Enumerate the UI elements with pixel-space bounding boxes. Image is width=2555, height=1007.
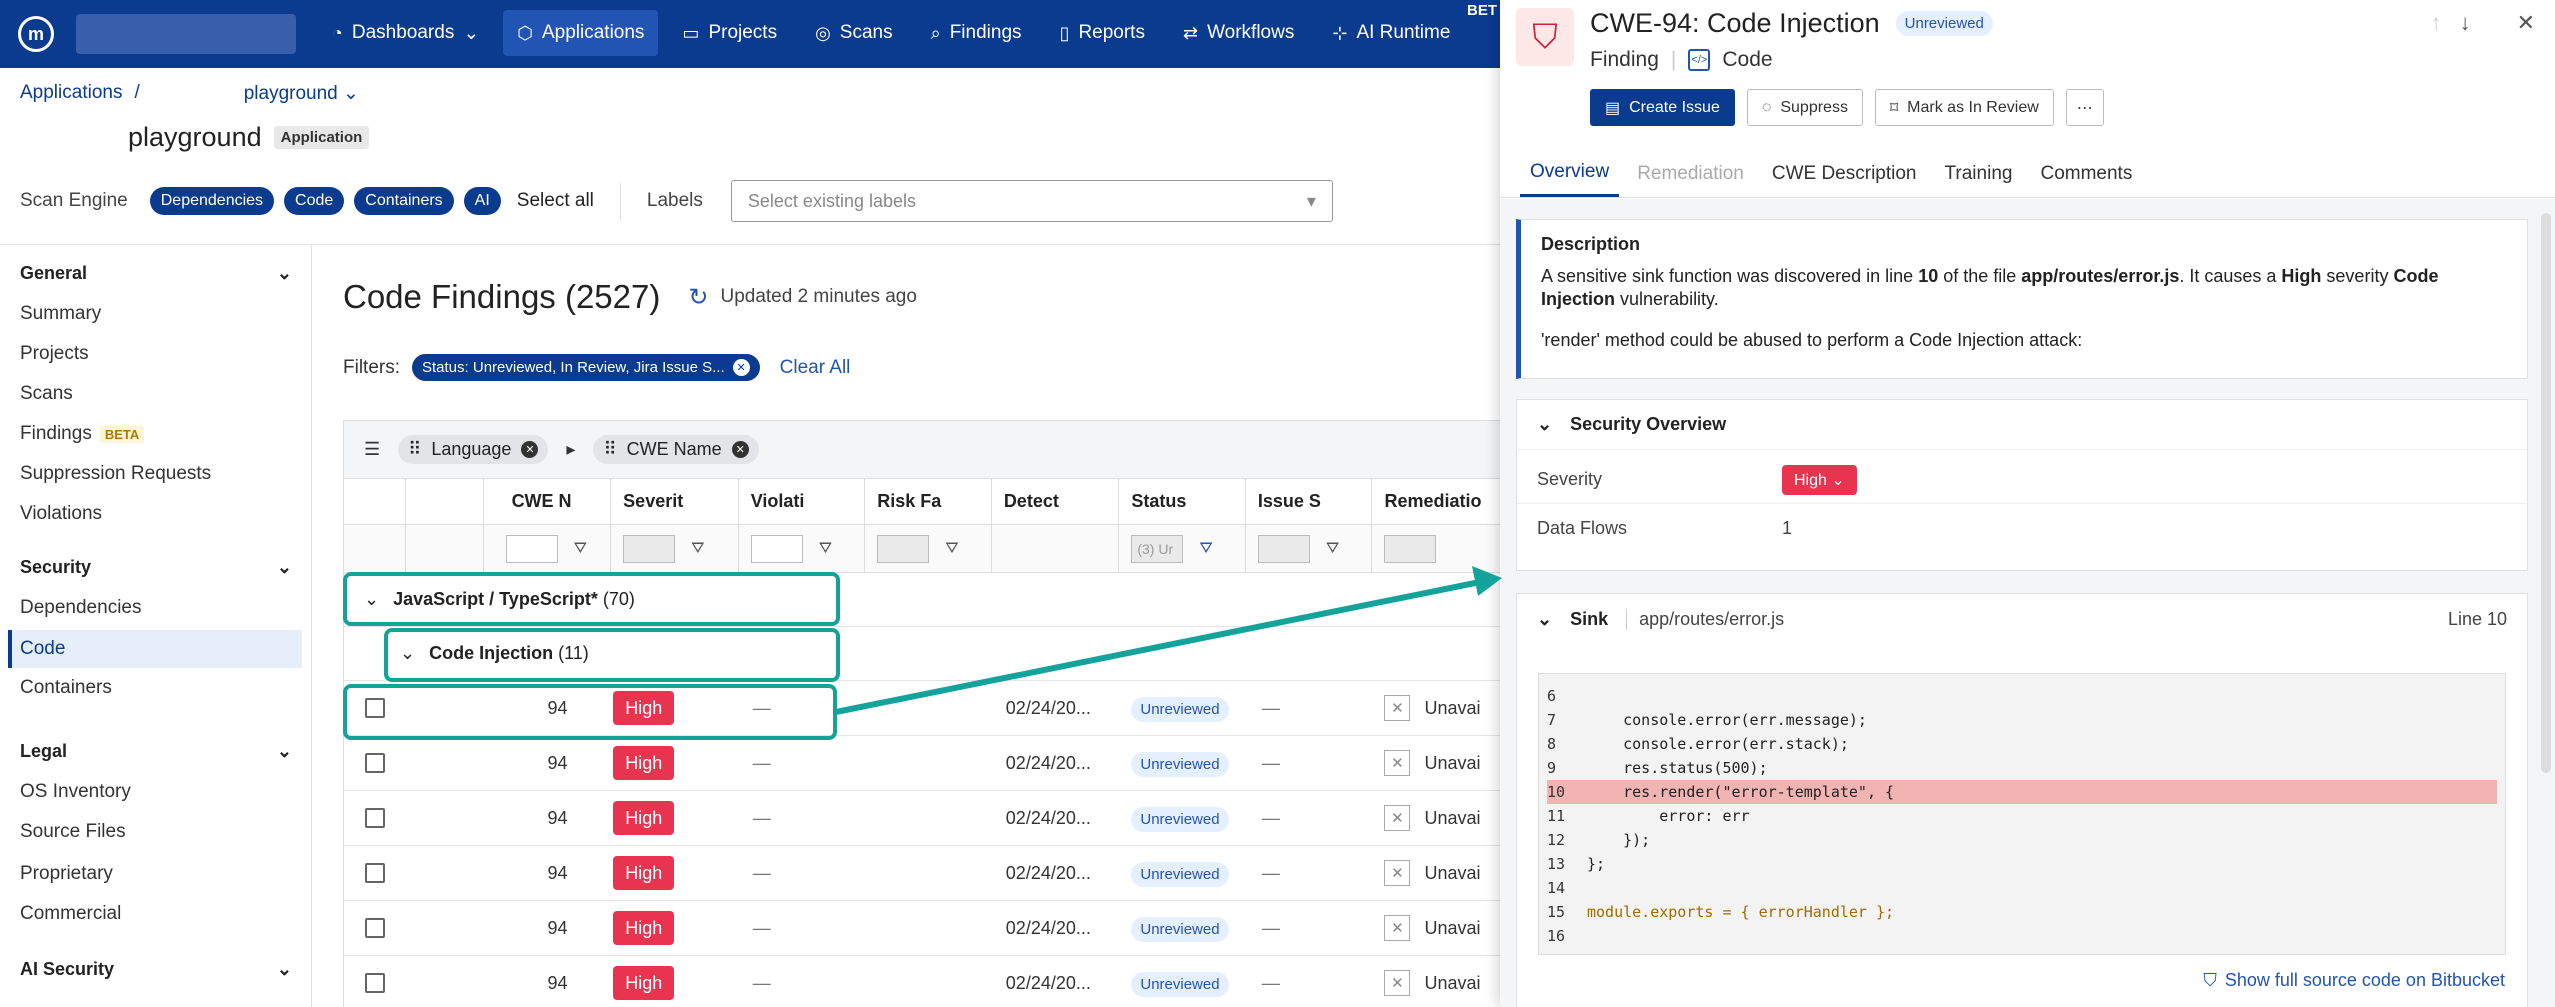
callout-arrow-line bbox=[835, 579, 1481, 715]
callout-arrow bbox=[835, 566, 1502, 715]
callout-arrow-head bbox=[1472, 566, 1502, 596]
